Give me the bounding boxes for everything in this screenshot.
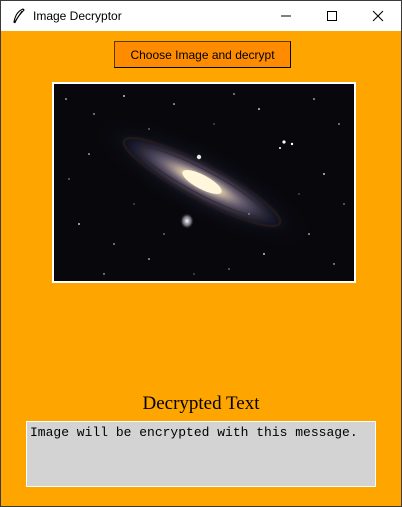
close-button[interactable]	[355, 1, 401, 31]
image-preview	[52, 82, 356, 283]
minimize-button[interactable]	[263, 1, 309, 31]
decrypted-text-box[interactable]: Image will be encrypted with this messag…	[26, 421, 376, 487]
app-window: Image Decryptor Choose Image and decrypt	[0, 0, 402, 507]
close-icon	[372, 10, 384, 22]
maximize-icon	[327, 11, 337, 21]
feather-icon	[13, 8, 25, 24]
choose-image-button[interactable]: Choose Image and decrypt	[114, 41, 291, 68]
decrypted-text-label: Decrypted Text	[142, 393, 260, 414]
maximize-button[interactable]	[309, 1, 355, 31]
window-title: Image Decryptor	[33, 9, 122, 23]
minimize-icon	[281, 15, 291, 17]
main-content: Choose Image and decrypt Decrypted Text …	[1, 31, 401, 506]
galaxy-image	[54, 84, 354, 281]
title-bar[interactable]: Image Decryptor	[1, 1, 401, 31]
